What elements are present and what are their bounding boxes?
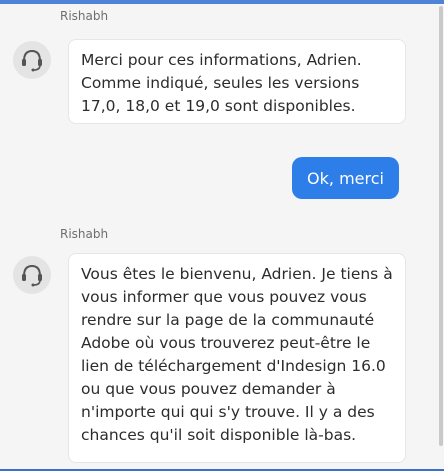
headset-agent-icon bbox=[13, 256, 51, 294]
agent-message-text: Vous êtes le bienvenu, Adrien. Je tiens … bbox=[81, 265, 393, 444]
sender-name: Rishabh bbox=[60, 227, 109, 241]
sender-name: Rishabh bbox=[60, 9, 109, 23]
user-reply-bubble: Ok, merci bbox=[292, 157, 399, 199]
agent-message-bubble: Vous êtes le bienvenu, Adrien. Je tiens … bbox=[68, 253, 406, 463]
user-reply-text: Ok, merci bbox=[307, 168, 384, 188]
agent-message-text: Merci pour ces informations, Adrien. Com… bbox=[81, 51, 362, 115]
headset-agent-icon bbox=[13, 41, 51, 79]
scrollbar[interactable] bbox=[439, 6, 443, 446]
agent-message-bubble: Merci pour ces informations, Adrien. Com… bbox=[68, 39, 406, 124]
